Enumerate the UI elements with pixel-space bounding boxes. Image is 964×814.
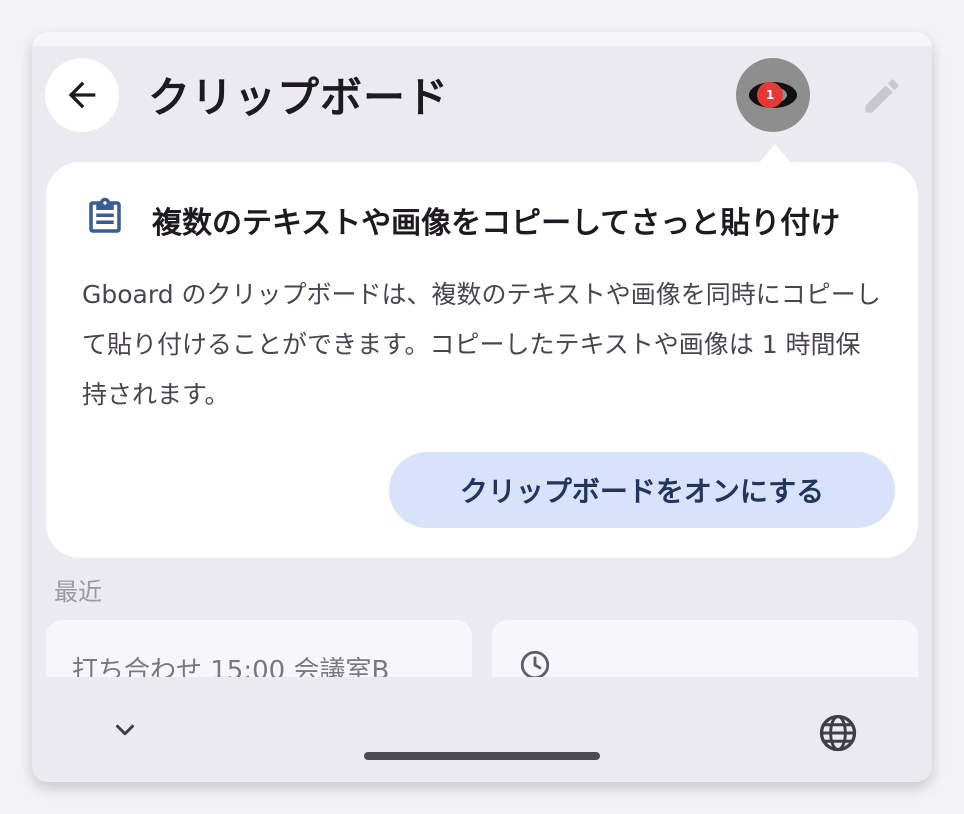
- chevron-down-icon: [116, 724, 134, 736]
- top-strip: [32, 32, 932, 46]
- collapse-button[interactable]: [110, 715, 140, 749]
- page-title: クリップボード: [148, 73, 450, 122]
- intro-description: Gboard のクリップボードは、複数のテキストや画像を同時にコピーして貼り付け…: [82, 280, 881, 409]
- language-button[interactable]: [816, 711, 860, 759]
- pencil-icon: [865, 79, 899, 113]
- recent-section-label: 最近: [54, 578, 102, 606]
- clipboard-intro-card: 複数のテキストや画像をコピーしてさっと貼り付け Gboard のクリップボードは…: [46, 162, 918, 558]
- globe-icon: [819, 714, 857, 752]
- home-indicator[interactable]: [364, 752, 600, 760]
- tooltip-pointer: [758, 144, 792, 164]
- intro-title: 複数のテキストや画像をコピーしてさっと貼り付け: [152, 206, 841, 241]
- notification-badge: 1: [757, 82, 783, 108]
- clipboard-icon: [84, 196, 126, 242]
- arrow-back-icon: [68, 81, 96, 109]
- clipboard-panel: クリップボード 1 複数のテキストや画像をコピーしてさっと貼り付け Gboard…: [32, 32, 932, 782]
- back-button[interactable]: [45, 58, 119, 132]
- enable-clipboard-button[interactable]: クリップボードをオンにする: [389, 452, 895, 528]
- keyboard-bottom-bar: [32, 677, 932, 782]
- edit-button[interactable]: [860, 74, 904, 122]
